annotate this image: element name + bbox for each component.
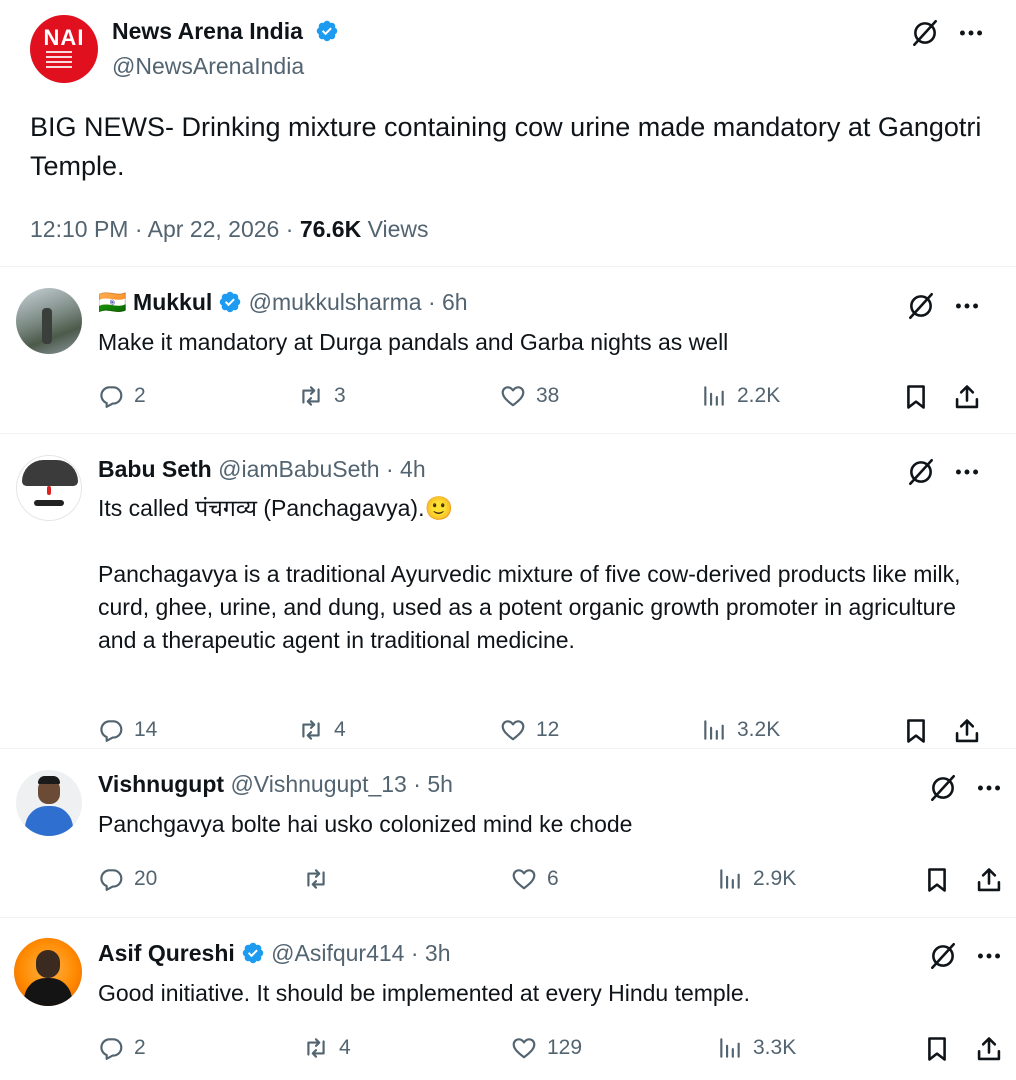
share-icon[interactable] (975, 1035, 1003, 1063)
like-button[interactable]: 12 (500, 717, 559, 743)
repost-icon (303, 866, 329, 892)
reply-icon (98, 866, 124, 892)
divider (0, 433, 1016, 434)
views-icon (717, 1035, 743, 1061)
flag-icon: 🇮🇳 (98, 289, 127, 315)
post-meta: 12:10 PM · Apr 22, 2026 · 76.6K Views (30, 216, 429, 242)
grok-icon[interactable] (906, 291, 936, 321)
views-label: Views (367, 216, 429, 242)
divider (0, 266, 1016, 267)
post-age[interactable]: 4h (400, 456, 426, 482)
grok-icon[interactable] (928, 941, 958, 971)
main-post-text: BIG NEWS- Drinking mixture containing co… (30, 112, 982, 181)
like-icon (500, 717, 526, 743)
author-name[interactable]: Vishnugupt (98, 771, 224, 797)
divider (0, 917, 1016, 918)
author-handle[interactable]: @Vishnugupt_13 (230, 771, 406, 797)
like-icon (511, 866, 537, 892)
reply-text: Good initiative. It should be implemente… (98, 980, 751, 1006)
views-button[interactable]: 3.3K (717, 1035, 796, 1061)
views-button[interactable]: 2.2K (701, 383, 780, 409)
reply-button[interactable]: 2 (98, 383, 146, 409)
post-age[interactable]: 6h (442, 289, 468, 315)
repost-button[interactable]: 4 (298, 717, 346, 743)
more-icon[interactable] (974, 773, 1004, 803)
main-author-handle[interactable]: @NewsArenaIndia (112, 53, 304, 80)
author-name[interactable]: Babu Seth (98, 456, 212, 482)
like-icon (500, 383, 526, 409)
share-icon[interactable] (953, 717, 981, 745)
views-button[interactable]: 2.9K (717, 866, 796, 892)
grok-icon[interactable] (910, 18, 940, 48)
reply-icon (98, 717, 124, 743)
reply-text: Panchgavya bolte hai usko colonized mind… (98, 811, 633, 837)
views-icon (701, 383, 727, 409)
avatar[interactable] (16, 288, 82, 354)
repost-icon (298, 383, 324, 409)
like-button[interactable]: 38 (500, 383, 559, 409)
like-icon (511, 1035, 537, 1061)
reply-icon (98, 1035, 124, 1061)
share-icon[interactable] (975, 866, 1003, 894)
author-handle[interactable]: @Asifqur414 (271, 940, 404, 966)
more-icon[interactable] (956, 18, 986, 48)
divider (0, 748, 1016, 749)
reply-header: Asif Qureshi @Asifqur414 · 3h (98, 940, 451, 966)
logo-stripes (46, 51, 72, 71)
repost-icon (298, 717, 324, 743)
views-icon (717, 866, 743, 892)
avatar[interactable] (16, 455, 82, 521)
logo-text: NAI (43, 25, 85, 50)
author-name[interactable]: Mukkul (133, 289, 212, 315)
like-button[interactable]: 129 (511, 1035, 582, 1061)
reply-button[interactable]: 14 (98, 717, 157, 743)
verified-badge-icon (218, 290, 242, 314)
verified-badge-icon (315, 19, 339, 43)
avatar[interactable] (14, 938, 82, 1006)
news-arena-logo[interactable]: NAI (30, 15, 98, 83)
author-handle[interactable]: @mukkulsharma (249, 289, 422, 315)
views-icon (701, 717, 727, 743)
more-icon[interactable] (974, 941, 1004, 971)
views-count: 76.6K (299, 216, 362, 242)
like-button[interactable]: 6 (511, 866, 559, 892)
reply-button[interactable]: 2 (98, 1035, 146, 1061)
reply-text: Make it mandatory at Durga pandals and G… (98, 329, 729, 355)
reply-header: Vishnugupt @Vishnugupt_13 · 5h (98, 771, 453, 797)
repost-button[interactable] (303, 866, 339, 892)
verified-badge-icon (241, 941, 265, 965)
reply-header: Babu Seth @iamBabuSeth · 4h (98, 456, 426, 482)
views-button[interactable]: 3.2K (701, 717, 780, 743)
post-time[interactable]: 12:10 PM (30, 216, 128, 242)
bookmark-icon[interactable] (923, 866, 951, 894)
author-handle[interactable]: @iamBabuSeth (218, 456, 379, 482)
post-date[interactable]: Apr 22, 2026 (148, 216, 280, 242)
bookmark-icon[interactable] (902, 717, 930, 745)
reply-header: 🇮🇳 Mukkul @mukkulsharma · 6h (98, 289, 468, 315)
post-age[interactable]: 5h (427, 771, 453, 797)
reply-button[interactable]: 20 (98, 866, 157, 892)
repost-button[interactable]: 3 (298, 383, 346, 409)
repost-button[interactable]: 4 (303, 1035, 351, 1061)
reply-icon (98, 383, 124, 409)
reply-text: Its called पंचगव्य (Panchagavya).🙂 Panch… (98, 495, 961, 653)
more-icon[interactable] (952, 291, 982, 321)
repost-icon (303, 1035, 329, 1061)
bookmark-icon[interactable] (902, 383, 930, 411)
avatar[interactable] (16, 770, 82, 836)
author-name[interactable]: Asif Qureshi (98, 940, 235, 966)
more-icon[interactable] (952, 457, 982, 487)
main-author-name[interactable]: News Arena India (112, 18, 339, 45)
bookmark-icon[interactable] (923, 1035, 951, 1063)
post-age[interactable]: 3h (425, 940, 451, 966)
share-icon[interactable] (953, 383, 981, 411)
grok-icon[interactable] (928, 773, 958, 803)
grok-icon[interactable] (906, 457, 936, 487)
